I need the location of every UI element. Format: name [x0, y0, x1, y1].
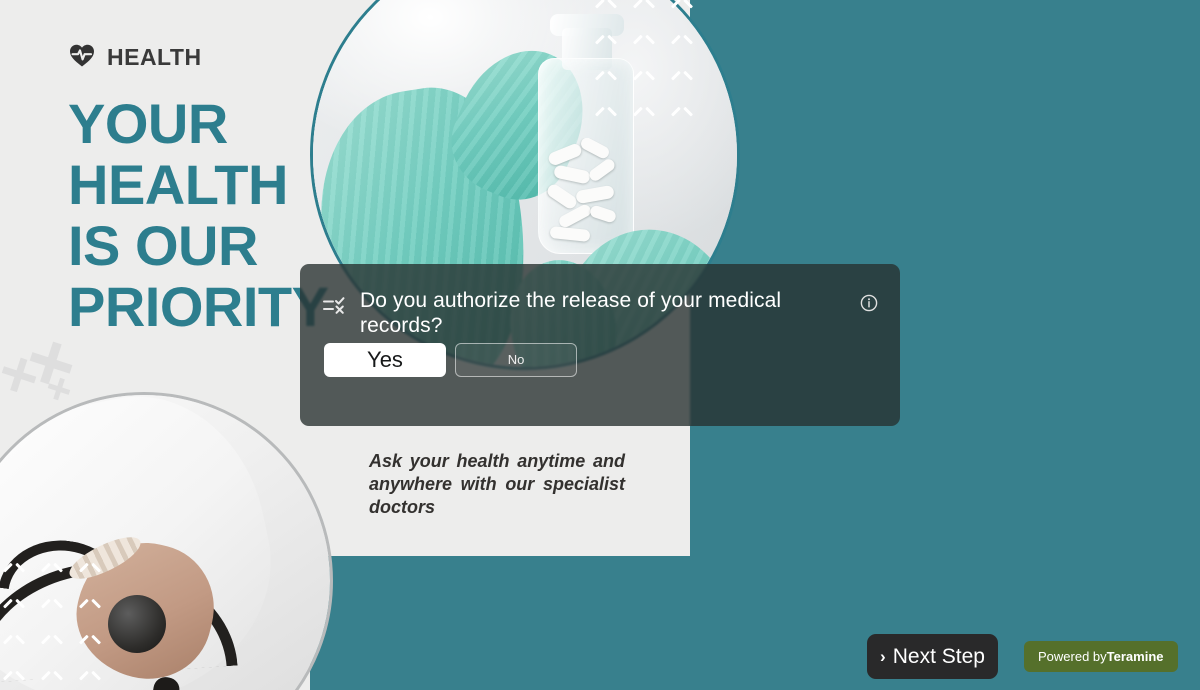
headline-line-2: HEALTH — [68, 153, 288, 216]
heart-pulse-icon — [68, 41, 96, 74]
info-circle-icon[interactable] — [860, 294, 878, 312]
dialog-question: Do you authorize the release of your med… — [360, 289, 782, 337]
dialog-actions: Yes No — [324, 343, 577, 377]
slide-canvas: HEALTH YOUR HEALTH IS OUR PRIORITY Ask y… — [0, 0, 1200, 690]
task-checklist-icon — [322, 294, 346, 318]
headline-line-1: YOUR — [68, 92, 228, 155]
chevron-right-icon: › — [880, 646, 886, 666]
next-step-label: Next Step — [892, 644, 985, 668]
powered-by-prefix: Powered by — [1038, 649, 1107, 664]
tagline-text: Ask your health anytime and anywhere wit… — [369, 451, 625, 517]
next-step-button[interactable]: › Next Step — [867, 634, 998, 679]
teal-bottom-panel — [310, 555, 690, 690]
yes-button[interactable]: Yes — [324, 343, 446, 377]
powered-by-badge[interactable]: Powered by Teramine — [1024, 641, 1178, 672]
no-button[interactable]: No — [455, 343, 577, 377]
powered-by-brand: Teramine — [1106, 649, 1164, 664]
brand-logo: HEALTH — [68, 41, 202, 74]
brand-name: HEALTH — [107, 44, 202, 70]
